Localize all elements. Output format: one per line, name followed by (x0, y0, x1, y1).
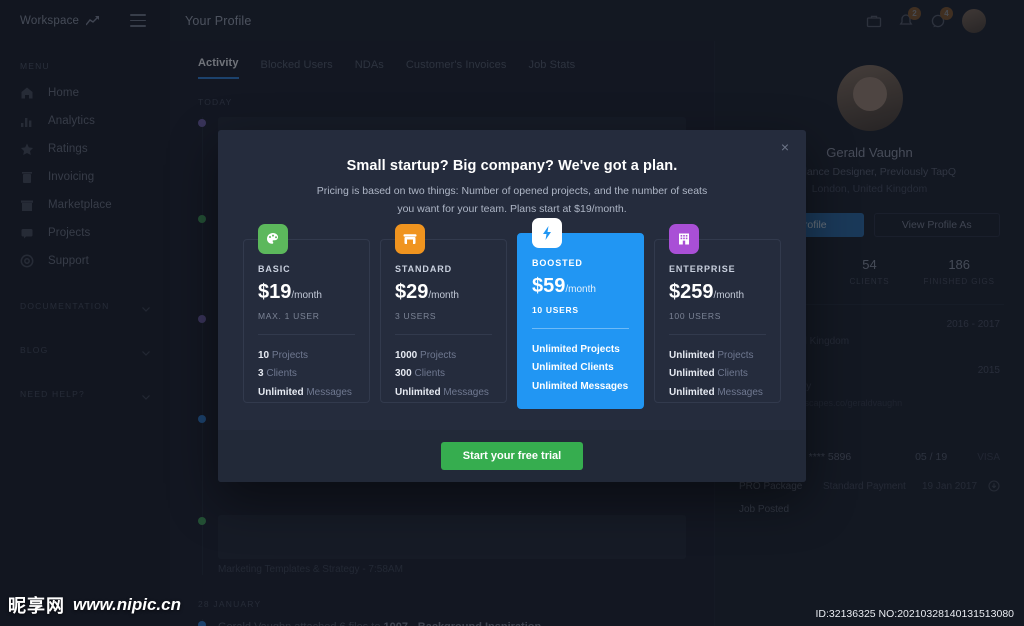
plan-card-boosted[interactable]: BOOSTED $59/month 10 USERS Unlimited Pro… (517, 217, 644, 409)
plan-price: $29/month (395, 281, 492, 304)
plan-name: BOOSTED (532, 257, 583, 268)
feature-label: Clients (266, 368, 297, 380)
feature-label: Projects (420, 349, 457, 361)
divider (395, 333, 492, 335)
plan-users: 100 USERS (669, 310, 722, 321)
feature-value: Unlimited (532, 380, 578, 392)
plan-users: MAX. 1 USER (258, 310, 320, 321)
plan-features: 10 Projects 3 Clients Unlimited Messages (258, 347, 355, 403)
divider (669, 333, 766, 335)
feature-label: Messages (580, 380, 629, 392)
feature-label: Projects (271, 349, 309, 361)
plan-features: Unlimited Projects Unlimited Clients Unl… (669, 347, 766, 403)
feature-label: Messages (717, 386, 763, 398)
feature-value: 10 (258, 349, 270, 361)
feature-value: Unlimited (258, 386, 304, 398)
feature-value: 3 (258, 368, 264, 380)
feature-value: Unlimited (532, 343, 578, 355)
feature-label: Messages (306, 386, 352, 398)
modal-subtitle: Pricing is based on two things: Number o… (316, 185, 708, 215)
plan-price: $59/month (532, 275, 629, 298)
modal-action-bar: Start your free trial (218, 430, 806, 482)
store-icon (395, 223, 425, 254)
feature-label: Clients (580, 362, 614, 374)
plan-card-enterprise[interactable]: ENTERPRISE $259/month 100 USERS Unlimite… (654, 223, 781, 403)
start-free-trial-button[interactable]: Start your free trial (440, 442, 584, 470)
plan-price-period: /month (291, 289, 322, 301)
close-icon[interactable]: × (778, 140, 792, 154)
plan-price-period: /month (565, 283, 596, 295)
feature-label: Projects (717, 349, 754, 361)
plan-card-standard[interactable]: STANDARD $29/month 3 USERS 1000 Projects… (380, 223, 507, 403)
plan-name: ENTERPRISE (669, 263, 736, 274)
plan-price: $259/month (669, 281, 766, 304)
plan-price-value: $29 (395, 280, 429, 303)
plan-name: BASIC (258, 263, 291, 274)
watermark: 昵享网 www.nipic.cn (8, 592, 181, 618)
plan-price-value: $19 (258, 280, 292, 303)
plan-price-value: $59 (532, 274, 566, 297)
feature-value: Unlimited (395, 386, 441, 398)
palette-icon (258, 223, 288, 254)
feature-label: Clients (717, 368, 748, 380)
watermark-id: ID:32136325 NO:20210328140131513080 (815, 608, 1014, 620)
feature-value: Unlimited (532, 362, 578, 374)
watermark-url: www.nipic.cn (73, 595, 181, 614)
feature-value: 300 (395, 368, 412, 380)
feature-label: Messages (443, 386, 489, 398)
lightning-icon (532, 217, 562, 248)
modal-title: Small startup? Big company? We've got a … (346, 158, 678, 174)
feature-label: Projects (580, 343, 620, 355)
plan-card-basic[interactable]: BASIC $19/month MAX. 1 USER 10 Projects … (243, 223, 370, 403)
divider (258, 333, 355, 335)
feature-value: Unlimited (669, 386, 715, 398)
plan-features: 1000 Projects 300 Clients Unlimited Mess… (395, 347, 492, 403)
feature-value: 1000 (395, 349, 418, 361)
plan-name: STANDARD (395, 263, 453, 274)
plan-users: 10 USERS (532, 304, 579, 315)
plan-price-period: /month (428, 289, 459, 301)
plan-price: $19/month (258, 281, 355, 304)
building-icon (669, 223, 699, 254)
plan-list: BASIC $19/month MAX. 1 USER 10 Projects … (218, 217, 806, 409)
plan-price-value: $259 (669, 280, 714, 303)
feature-value: Unlimited (669, 349, 715, 361)
plan-users: 3 USERS (395, 310, 437, 321)
feature-label: Clients (414, 368, 446, 380)
feature-value: Unlimited (669, 368, 715, 380)
plan-price-period: /month (713, 289, 745, 301)
app-root: Workspace MENU Home Analytics Ratings (0, 0, 1024, 626)
watermark-cn: 昵享网 (8, 596, 65, 617)
pricing-modal: × Small startup? Big company? We've got … (218, 130, 806, 482)
divider (532, 327, 629, 329)
plan-features: Unlimited Projects Unlimited Clients Unl… (532, 341, 629, 397)
